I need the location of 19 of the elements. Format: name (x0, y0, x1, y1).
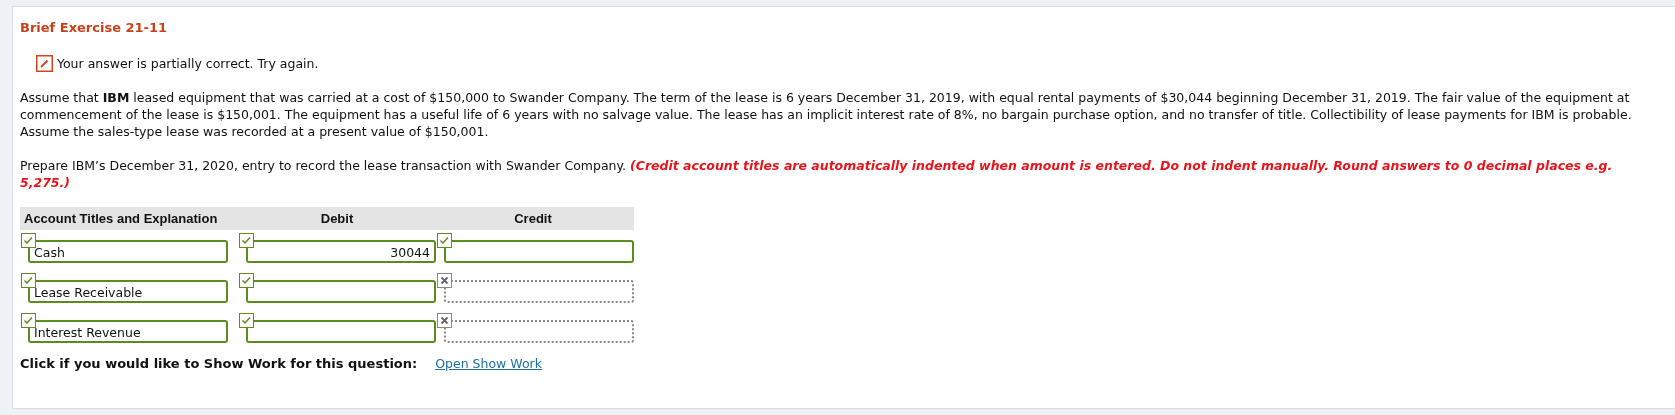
open-show-work-link[interactable]: Open Show Work (435, 356, 542, 371)
amount-field[interactable]: 30044 (246, 240, 436, 263)
account-field[interactable]: Interest Revenue (28, 320, 228, 343)
amount-field[interactable] (444, 320, 634, 343)
amount-field[interactable] (246, 280, 436, 303)
column-header: Account Titles and Explanation (23, 211, 219, 226)
account-field[interactable]: Cash (28, 240, 228, 263)
account-field[interactable]: Lease Receivable (28, 280, 228, 303)
amount-field[interactable] (246, 320, 436, 343)
exercise-title: Brief Exercise 21-11 (20, 20, 169, 35)
instruction-text: Prepare IBM’s December 31, 2020, entry to record the lease transaction with Swander Company. (Credit account titles are automatically indented when amount is entered. Do not indent manually. Round answers to 0 decimal places e.g. 5,275.) (20, 157, 1614, 191)
column-header: Debit (319, 211, 355, 226)
show-work-prompt: Click if you would like to Show Work for this question: (20, 356, 418, 371)
pencil-icon (36, 55, 53, 72)
feedback-message: Your answer is partially correct. Try again. (57, 56, 319, 71)
amount-field[interactable] (444, 280, 634, 303)
problem-text: Assume that IBM leased equipment that was carried at a cost of $150,000 to Swander Company. The term of the lease is 6 years December 31, 2019, with equal rental payments of $30,044 beginning December 31, 2019. The fair value of the equipment at commencement of the lease is $150,001. The equipment has a useful life of 6 years with no salvage value. The lease has an implicit interest rate of 8%, no bargain purchase option, and no transfer of title. Collectibility of lease payments for IBM is probable. Assume the sales-type lease was recorded at a present value of $150,001. (20, 89, 1633, 140)
column-header: Credit (513, 211, 553, 226)
amount-field[interactable] (444, 240, 634, 263)
